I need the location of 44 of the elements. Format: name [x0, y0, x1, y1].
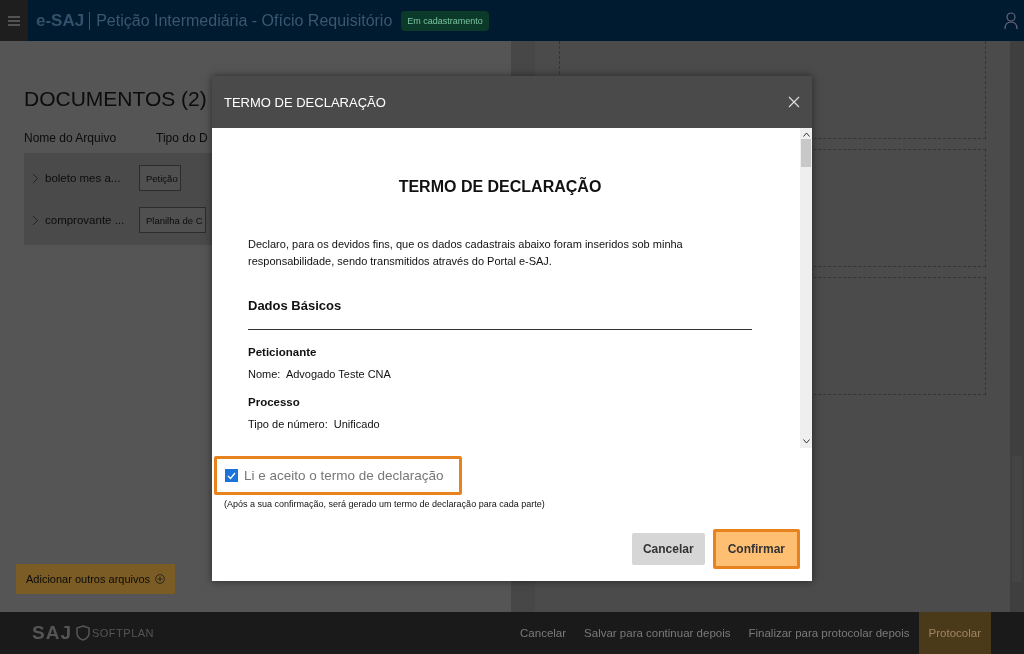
- protocol-button[interactable]: Protocolar: [918, 612, 991, 654]
- menu-button[interactable]: [0, 0, 28, 41]
- column-header: Tipo do D: [156, 131, 209, 145]
- user-button[interactable]: [1004, 11, 1018, 30]
- section-title: Dados Básicos: [248, 298, 752, 330]
- softplan-brand: SOFTPLAN: [91, 627, 155, 639]
- saj-logo: SAJ: [32, 622, 72, 644]
- accept-label: Li e aceito o termo de declaração: [244, 468, 444, 483]
- page-title: Petição Intermediária - Ofício Requisitório: [96, 11, 393, 30]
- document-heading: TERMO DE DECLARAÇÃO: [397, 178, 603, 196]
- chevron-icon[interactable]: [32, 214, 39, 226]
- user-icon: [1004, 11, 1018, 30]
- scroll-down-icon[interactable]: [802, 439, 810, 444]
- confirmation-note: (Após a sua confirmação, será gerado um termo de declaração para cada parte): [224, 499, 546, 509]
- cancel-button[interactable]: Cancelar: [631, 533, 705, 565]
- documents-title: DOCUMENTOS (2): [24, 87, 207, 111]
- chevron-icon[interactable]: [32, 172, 39, 184]
- field-text: Nome: Advogado Teste CNA: [248, 368, 392, 380]
- footer-link[interactable]: Finalizar para protocolar depois: [739, 612, 919, 654]
- scroll-thumb[interactable]: [801, 139, 811, 167]
- block-label: Peticionante: [248, 346, 318, 358]
- column-header: Nome do Arquivo: [24, 131, 118, 145]
- field-text: Tipo de número: Unificado: [248, 418, 381, 430]
- document-scrollbar[interactable]: [800, 128, 812, 448]
- close-icon: [788, 96, 800, 108]
- declaration-text: Declaro, para os devidos fins, que os dados cadastrais abaixo foram inseridos sob minha responsabilidade, sendo transmitidos através do Portal e-SAJ.: [248, 237, 684, 269]
- close-button[interactable]: [788, 96, 800, 108]
- add-files-button[interactable]: Adicionar outros arquivos: [16, 564, 176, 594]
- shield-icon: [75, 625, 90, 641]
- plus-circle-icon: [155, 574, 166, 584]
- menu-icon: [8, 15, 20, 26]
- block-label: Processo: [248, 396, 301, 408]
- accept-checkbox[interactable]: [225, 469, 238, 482]
- file-name: comprovante ...: [45, 214, 126, 226]
- confirm-button[interactable]: Confirmar: [712, 529, 800, 569]
- page-scrollbar[interactable]: [1010, 41, 1024, 612]
- footer-link[interactable]: Cancelar: [511, 612, 576, 654]
- status-badge: Em cadastramento: [401, 10, 489, 31]
- footer-link[interactable]: Salvar para continuar depois: [575, 612, 740, 654]
- dialog-title: TERMO DE DECLARAÇÃO: [224, 94, 386, 110]
- file-name: boleto mes a...: [45, 172, 122, 184]
- scroll-up-icon[interactable]: [802, 132, 810, 137]
- app-name: e-SAJ: [36, 10, 85, 31]
- document-type-select[interactable]: Petição: [139, 165, 181, 191]
